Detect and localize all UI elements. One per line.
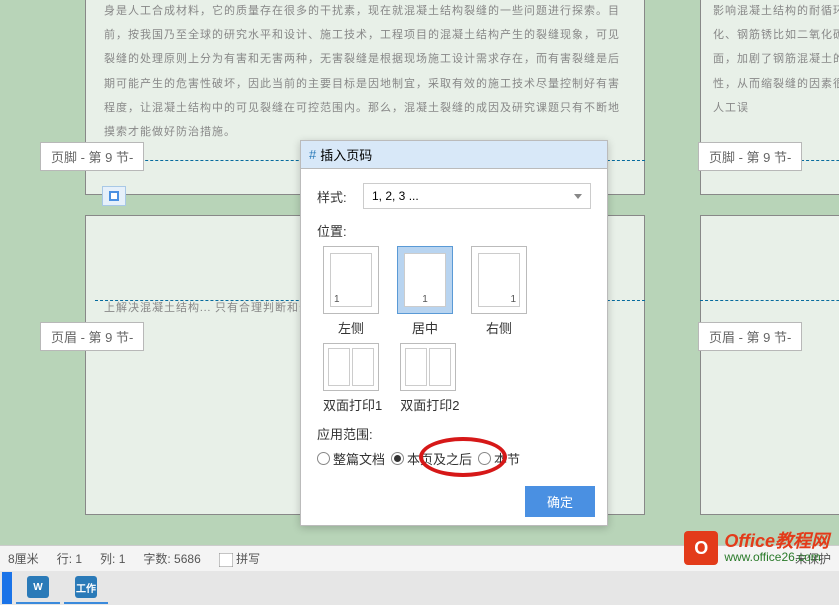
body-text: 影响混凝土结构的耐循环、碳化、钢筋锈比如二氧化碳、二氧面，加剧了钢筋混凝土的耐久… xyxy=(713,0,839,120)
style-label: 样式: xyxy=(317,187,363,206)
taskbar-app[interactable]: 工作 xyxy=(64,572,108,604)
header-marker-left[interactable]: 页眉 - 第 9 节- xyxy=(40,322,144,351)
position-label: 位置: xyxy=(317,221,591,240)
page-bottom-right xyxy=(700,215,839,515)
insert-page-number-dialog: # 插入页码 样式: 1, 2, 3 ... 位置: 1 左侧 1 居中 1 右… xyxy=(300,140,608,526)
radio-icon xyxy=(391,452,404,465)
chevron-down-icon xyxy=(574,194,582,199)
taskbar-edge xyxy=(2,572,12,604)
confirm-button[interactable]: 确定 xyxy=(525,486,595,517)
header-line xyxy=(700,300,839,301)
radio-this-section[interactable]: 本节 xyxy=(478,449,520,468)
status-row: 行: 1 xyxy=(57,550,82,567)
duplex-print-2[interactable]: 双面打印2 xyxy=(400,343,459,414)
footer-marker-right[interactable]: 页脚 - 第 9 节- xyxy=(698,142,802,171)
position-center[interactable]: 1 居中 xyxy=(397,246,453,337)
position-right[interactable]: 1 右侧 xyxy=(471,246,527,337)
radio-this-page-after[interactable]: 本页及之后 xyxy=(391,449,472,468)
status-col: 列: 1 xyxy=(100,550,125,567)
watermark-url: www.office26.com xyxy=(724,551,829,564)
footer-marker-left[interactable]: 页脚 - 第 9 节- xyxy=(40,142,144,171)
hash-icon: # xyxy=(309,147,316,162)
dialog-title-bar[interactable]: # 插入页码 xyxy=(301,141,607,169)
page-number-icon[interactable] xyxy=(102,186,126,206)
position-left[interactable]: 1 左侧 xyxy=(323,246,379,337)
watermark-title: Office教程网 xyxy=(724,532,829,552)
status-spell[interactable]: 拼写 xyxy=(219,550,260,567)
status-cm: 8厘米 xyxy=(8,550,39,567)
dialog-title: 插入页码 xyxy=(320,145,372,164)
radio-icon xyxy=(478,452,491,465)
taskbar-wps[interactable]: W xyxy=(16,572,60,604)
radio-icon xyxy=(317,452,330,465)
radio-whole-doc[interactable]: 整篇文档 xyxy=(317,449,385,468)
watermark: O Office教程网 www.office26.com xyxy=(684,531,829,565)
style-value: 1, 2, 3 ... xyxy=(372,189,419,203)
header-marker-right[interactable]: 页眉 - 第 9 节- xyxy=(698,322,802,351)
body-text: 身是人工合成材料，它的质量存在很多的干扰素，现在就混凝土结构裂缝的一些问题进行探… xyxy=(104,0,626,144)
style-select[interactable]: 1, 2, 3 ... xyxy=(363,183,591,209)
status-words: 字数: 5686 xyxy=(143,550,200,567)
apply-range-label: 应用范围: xyxy=(317,424,591,443)
office-logo-icon: O xyxy=(684,531,718,565)
duplex-print-1[interactable]: 双面打印1 xyxy=(323,343,382,414)
taskbar: W 工作 xyxy=(0,571,839,605)
